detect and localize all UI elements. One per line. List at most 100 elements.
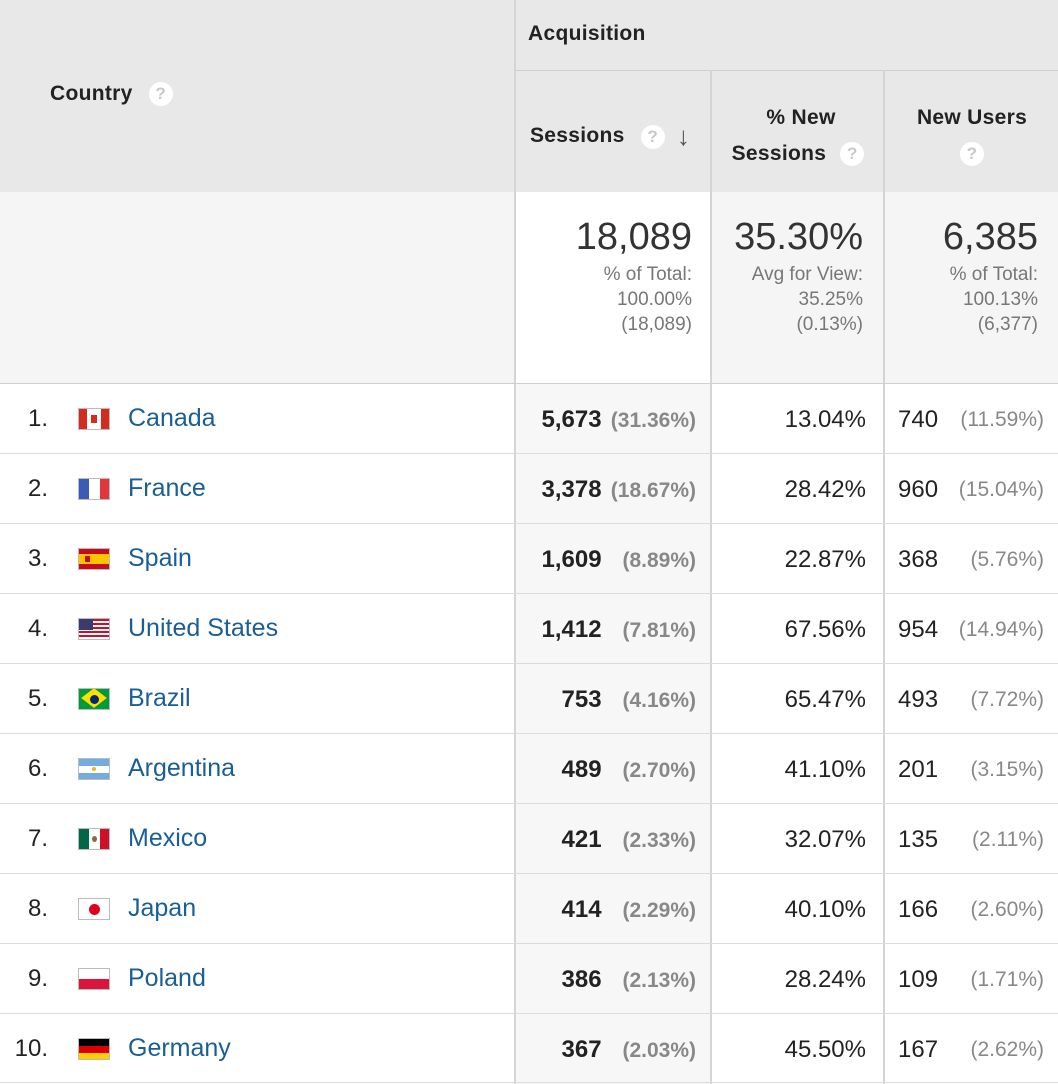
summary-sessions-line1: % of Total: [603, 264, 692, 285]
pct-new-sessions-header[interactable]: % New Sessions ? [714, 100, 882, 172]
new-users-value: 201 [898, 756, 939, 783]
new-users-value: 135 [898, 826, 939, 853]
sessions-cell: 386 (2.13%) [516, 966, 697, 994]
globe-icon [90, 695, 99, 704]
new-users-percent: (2.62%) [970, 1038, 1044, 1061]
country-link[interactable]: Brazil [128, 684, 191, 713]
summary-divider [0, 383, 1058, 384]
row-rank: 10. [14, 1035, 48, 1062]
pct-new-sessions-value: 28.24% [784, 966, 866, 993]
summary-new-users-line3: (6,377) [977, 314, 1038, 335]
new-users-percent: (3.15%) [970, 758, 1044, 781]
row-rank: 3. [27, 545, 48, 572]
new-users-value: 954 [898, 616, 939, 643]
sessions-percent: (4.16%) [622, 689, 696, 712]
sun-icon [92, 767, 96, 771]
row-divider [0, 663, 1058, 664]
country-link[interactable]: France [128, 474, 206, 503]
new-users-cell: 201 (3.15%) [898, 756, 1044, 784]
row-divider [0, 943, 1058, 944]
pct-new-sessions-value: 32.07% [784, 826, 866, 853]
france-flag-icon [78, 478, 110, 500]
summary-sessions-line2: 100.00% [616, 289, 692, 310]
pct-new-label-line1: % New [766, 106, 836, 129]
new-users-value: 740 [898, 406, 939, 433]
sessions-header-label: Sessions [530, 124, 625, 148]
help-icon[interactable]: ? [640, 124, 665, 149]
country-link[interactable]: United States [128, 614, 278, 643]
group-divider [516, 70, 1058, 71]
new-users-percent: (11.59%) [960, 408, 1044, 431]
country-link[interactable]: Japan [128, 894, 196, 923]
pct-new-sessions-value: 67.56% [784, 616, 866, 643]
new-users-value: 167 [898, 1036, 939, 1063]
sessions-value: 386 [561, 966, 602, 993]
sessions-value: 1,412 [541, 616, 602, 643]
sessions-header[interactable]: Sessions ? ↓ [530, 121, 690, 152]
new-users-percent: (1.71%) [970, 968, 1044, 991]
row-rank: 1. [27, 405, 48, 432]
sessions-value: 414 [561, 896, 602, 923]
country-header-label: Country [50, 82, 133, 105]
new-users-value: 166 [898, 896, 939, 923]
sessions-percent: (2.03%) [622, 1039, 696, 1062]
help-icon[interactable]: ? [840, 142, 865, 167]
country-link[interactable]: Mexico [128, 824, 207, 853]
help-icon[interactable]: ? [960, 142, 984, 167]
summary-pct-new-line2: 35.25% [798, 289, 863, 310]
summary-sessions-line3: (18,089) [621, 314, 692, 335]
sessions-cell: 753 (4.16%) [516, 686, 697, 714]
sessions-value: 421 [561, 826, 602, 853]
sort-descending-icon[interactable]: ↓ [677, 121, 690, 152]
sessions-value: 3,378 [541, 476, 602, 503]
argentina-flag-icon [78, 758, 110, 780]
red-sun-icon [89, 904, 100, 915]
row-divider [0, 453, 1058, 454]
new-users-header[interactable]: New Users ? [886, 100, 1058, 172]
row-divider [0, 1082, 1058, 1083]
sessions-percent: (7.81%) [622, 619, 696, 642]
eagle-emblem-icon [92, 836, 97, 842]
new-users-percent: (14.94%) [958, 618, 1044, 641]
summary-new-users-line2: 100.13% [962, 289, 1038, 310]
new-users-cell: 493 (7.72%) [898, 686, 1044, 714]
row-divider [0, 593, 1058, 594]
new-users-cell: 167 (2.62%) [898, 1036, 1044, 1064]
help-icon[interactable]: ? [148, 82, 173, 107]
row-rank: 5. [27, 685, 48, 712]
sessions-value: 5,673 [541, 406, 602, 433]
row-divider [0, 523, 1058, 524]
sessions-cell: 1,412 (7.81%) [516, 616, 696, 644]
summary-sessions: 18,089 % of Total: 100.00% (18,089) [516, 218, 692, 337]
maple-leaf-icon [91, 415, 97, 423]
country-link[interactable]: Argentina [128, 754, 235, 783]
acquisition-group-label: Acquisition [528, 22, 646, 45]
sessions-percent: (31.36%) [610, 409, 696, 432]
poland-flag-icon [78, 968, 110, 990]
pct-new-label-line2: Sessions [731, 142, 827, 165]
sessions-percent: (2.13%) [622, 969, 696, 992]
sessions-percent: (18.67%) [610, 479, 696, 502]
germany-flag-icon [78, 1038, 110, 1060]
sessions-value: 753 [561, 686, 602, 713]
country-link[interactable]: Poland [128, 964, 206, 993]
country-link[interactable]: Germany [128, 1034, 231, 1063]
country-header[interactable]: Country ? [50, 82, 173, 107]
sessions-value: 489 [561, 756, 602, 783]
new-users-percent: (7.72%) [970, 688, 1044, 711]
country-link[interactable]: Canada [128, 404, 216, 433]
country-link[interactable]: Spain [128, 544, 192, 573]
summary-new-users: 6,385 % of Total: 100.13% (6,377) [885, 218, 1038, 337]
summary-pct-new-value: 35.30% [734, 216, 863, 258]
usa-flag-icon [78, 618, 110, 640]
sessions-cell: 3,378 (18.67%) [516, 476, 696, 504]
sessions-percent: (2.70%) [622, 759, 696, 782]
pct-new-sessions-value: 41.10% [784, 756, 866, 783]
brazil-flag-icon [78, 688, 110, 710]
sessions-cell: 5,673 (31.36%) [516, 406, 696, 434]
sessions-cell: 414 (2.29%) [516, 896, 697, 924]
summary-new-users-line1: % of Total: [949, 264, 1038, 285]
sessions-cell: 367 (2.03%) [516, 1036, 697, 1064]
new-users-label: New Users [916, 106, 1028, 129]
new-users-cell: 960 (15.04%) [898, 476, 1044, 504]
